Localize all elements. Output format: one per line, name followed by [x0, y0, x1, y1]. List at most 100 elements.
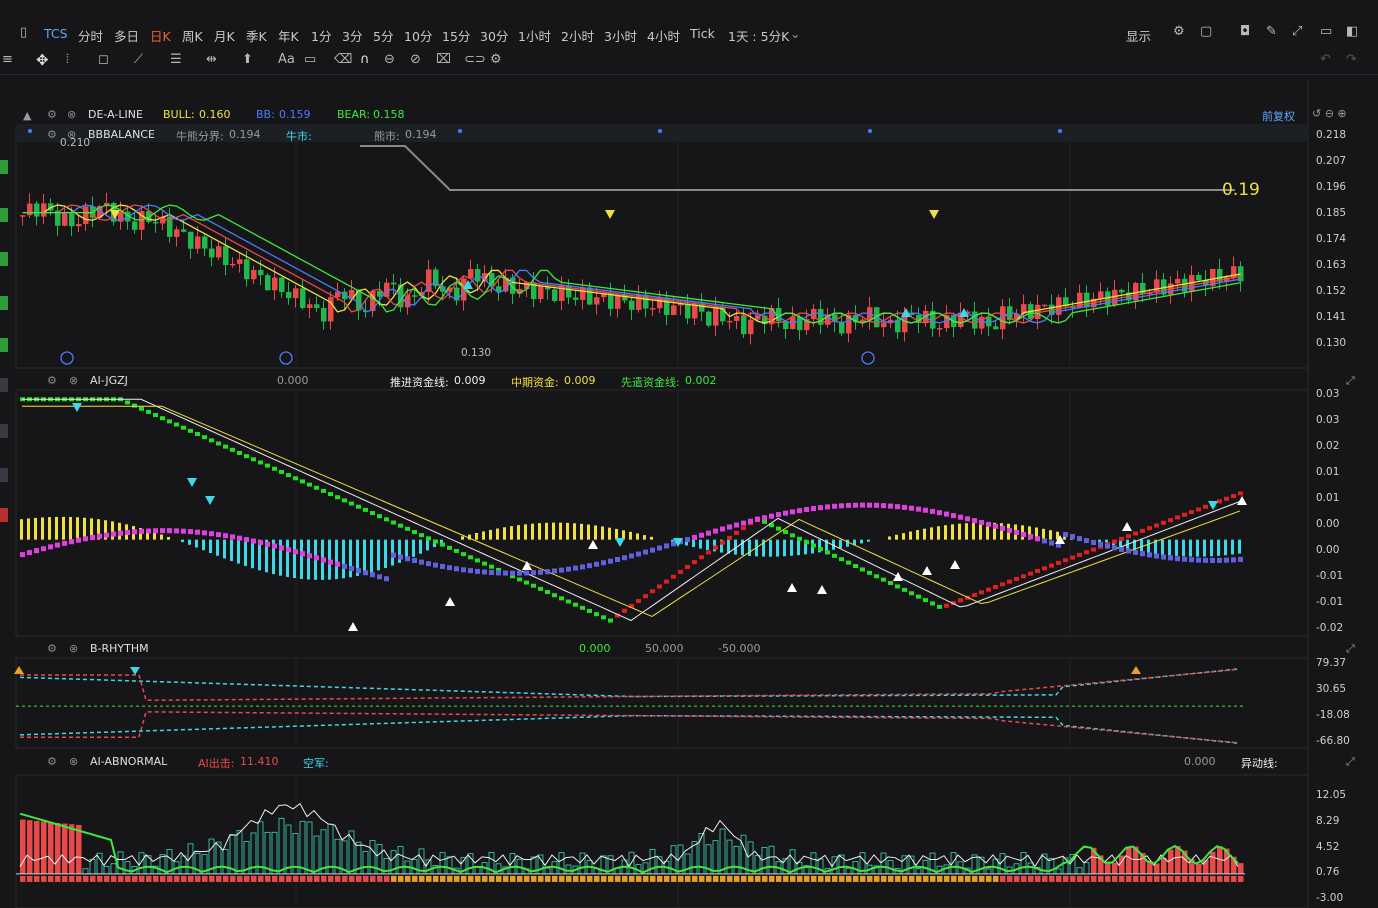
ground-bar: [503, 875, 509, 882]
abnormal-bar: [719, 828, 726, 875]
capital-dot: [1182, 512, 1187, 517]
lead-dot: [1070, 534, 1075, 540]
lead-dot: [566, 566, 571, 572]
candle-body: [237, 259, 243, 264]
abnormal-bar: [306, 821, 313, 875]
ground-bar: [356, 875, 362, 882]
jgzj-bar: [510, 526, 513, 540]
capital-dot: [1203, 504, 1208, 509]
gear-icon[interactable]: ⚙: [47, 374, 57, 387]
capital-dot: [923, 598, 928, 603]
capital-dot: [181, 425, 186, 430]
capital-dot: [202, 435, 207, 440]
capital-dot: [713, 545, 718, 550]
balance-dot: [1058, 129, 1062, 133]
abnormal-bar: [236, 830, 243, 875]
ground-bar: [1056, 875, 1062, 882]
lead-dot: [104, 532, 109, 538]
ground-bar: [342, 875, 348, 882]
ai-label: AI出击:: [198, 757, 235, 770]
lead-dot: [167, 528, 172, 534]
jgzj-marker: [1237, 496, 1247, 505]
rhythm-v2: 50.000: [645, 642, 684, 655]
lead-dot: [783, 510, 788, 516]
capital-dot: [811, 543, 816, 548]
capital-dot: [860, 567, 865, 572]
ground-bar: [293, 875, 299, 882]
lead-dot: [734, 522, 739, 528]
jgzj-bar: [972, 522, 975, 540]
capital-dot: [573, 602, 578, 607]
gear-icon[interactable]: ⚙: [47, 642, 57, 655]
axis-tick-label: -3.00: [1316, 892, 1344, 904]
capital-dot: [314, 485, 319, 490]
lead-dot: [608, 558, 613, 564]
capital-dot: [517, 577, 522, 582]
ground-bar: [55, 875, 61, 882]
reset-icon[interactable]: ↺ ⊖ ⊕: [1312, 107, 1347, 120]
lead-dot: [1105, 543, 1110, 549]
close-icon[interactable]: ⊗: [69, 374, 78, 387]
lead-dot: [1182, 556, 1187, 562]
expand-icon[interactable]: ⤢: [1346, 755, 1355, 769]
lead-dot: [160, 528, 165, 534]
candle-body: [734, 316, 740, 321]
jgzj-bar: [202, 539, 205, 551]
capital-dot: [727, 535, 732, 540]
ground-bar: [881, 875, 887, 882]
adjust-button[interactable]: 前复权: [1262, 108, 1295, 124]
ground-bar: [1210, 875, 1216, 882]
lead-dot: [650, 547, 655, 553]
capital-dot: [293, 476, 298, 481]
expand-icon[interactable]: ⤢: [1346, 642, 1355, 656]
gear-icon[interactable]: ⚙: [47, 755, 57, 768]
ground-bar: [419, 875, 425, 882]
capital-dot: [244, 454, 249, 459]
ground-bar: [776, 875, 782, 882]
close-icon[interactable]: ⊗: [69, 642, 78, 655]
jgzj-bar: [1042, 528, 1045, 540]
gear-icon[interactable]: ⚙: [47, 128, 57, 141]
lead-dot: [664, 543, 669, 549]
ground-bar: [944, 875, 950, 882]
capital-dot: [321, 488, 326, 493]
balance-dot: [458, 129, 462, 133]
close-icon[interactable]: ⊗: [67, 108, 76, 121]
axis-tick-label: 0.76: [1316, 866, 1340, 879]
ground-bar: [678, 875, 684, 882]
ground-bar: [713, 875, 719, 882]
axis-tick-label: -0.01: [1316, 596, 1344, 608]
lead-dot: [482, 569, 487, 575]
collapse-icon[interactable]: ▲: [23, 109, 31, 122]
gear-icon[interactable]: ⚙: [47, 108, 57, 121]
abnormal-bar: [446, 856, 453, 875]
capital-dot: [272, 466, 277, 471]
capital-dot: [300, 479, 305, 484]
jgzj-bar: [909, 531, 912, 540]
lead-dot: [69, 539, 74, 545]
lead-dot: [209, 531, 214, 537]
ground-bar: [853, 875, 859, 882]
jgzj-bar: [482, 531, 485, 540]
ground-bar: [90, 875, 96, 882]
ground-bar: [230, 875, 236, 882]
jgzj-bar: [706, 539, 709, 551]
ground-bar: [748, 875, 754, 882]
candle-body: [286, 291, 292, 299]
lead-dot: [657, 545, 662, 551]
lead-dot: [853, 502, 858, 508]
pane-frame: [15, 774, 1309, 908]
lead-dot: [748, 518, 753, 524]
capital-dot: [1028, 571, 1033, 576]
jgzj-bar: [426, 539, 429, 551]
ai-bar: [1126, 847, 1132, 874]
lead-dot: [1112, 545, 1117, 551]
expand-icon[interactable]: ⤢: [1346, 374, 1355, 388]
capital-dot: [1168, 518, 1173, 523]
capital-dot: [146, 409, 151, 414]
jgzj-bar: [629, 531, 632, 540]
lead-dot: [881, 503, 886, 509]
ground-bar: [1049, 875, 1055, 882]
mid-value: 0.009: [564, 374, 596, 387]
close-icon[interactable]: ⊗: [69, 755, 78, 768]
